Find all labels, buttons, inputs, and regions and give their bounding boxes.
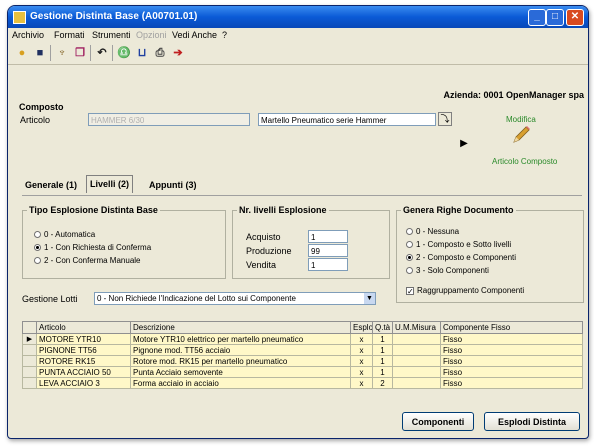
acquisto-label: Acquisto [246,232,281,242]
radio-dot [34,231,41,238]
produzione-label: Produzione [246,246,292,256]
menu-opzioni[interactable]: Opzioni [136,30,167,40]
copy-icon[interactable]: ❐ [72,45,88,61]
radio-dot-selected [34,244,41,251]
table-row[interactable]: ▶ MOTORE YTR10 Motore YTR10 elettrico pe… [22,333,583,345]
close-button[interactable]: ✕ [566,9,584,26]
radio-dot [406,241,413,248]
header-qta[interactable]: Q.tà [372,321,393,334]
table-header-row: Articolo Descrizione Esplo Q.tà U.M.Misu… [22,321,583,334]
components-table: Articolo Descrizione Esplo Q.tà U.M.Misu… [22,321,583,389]
table-row[interactable]: ROTORE RK15 Rotore mod. RK15 per martell… [22,355,583,367]
tipo-esplosione-group: Tipo Esplosione Distinta Base [22,205,226,279]
row-selector-icon: ▶ [22,333,37,345]
binoculars-icon[interactable]: ♎ [116,45,132,61]
tipo-esplosione-title: Tipo Esplosione Distinta Base [29,205,158,215]
radio-dot [406,267,413,274]
tab-divider [22,195,582,196]
composto-group-label: Composto [19,102,64,112]
radio-tipo-1[interactable]: 1 - Con Richiesta di Conferma [34,243,151,252]
radio-dot-selected [406,254,413,261]
vendita-label: Vendita [246,260,277,270]
acquisto-field[interactable]: 1 [308,230,348,243]
exit-icon[interactable]: ➔ [170,45,186,61]
tab-livelli[interactable]: Livelli (2) [86,175,134,193]
menu-bar: Archivio Formati Strumenti Opzioni Vedi … [8,28,588,42]
radio-righe-0[interactable]: 0 - Nessuna [406,227,459,236]
modifica-label: Modifica [506,115,536,124]
righe-documento-title: Genera Righe Documento [403,205,514,215]
menu-strumenti[interactable]: Strumenti [92,30,131,40]
undo-icon[interactable]: ↶ [94,45,110,61]
gestione-lotti-label: Gestione Lotti [22,294,78,304]
app-icon [13,11,26,24]
menu-archivio[interactable]: Archivio [12,30,44,40]
header-indicator [22,321,37,334]
articolo-label: Articolo [20,115,51,125]
radio-righe-1[interactable]: 1 - Composto e Sotto livelli [406,240,511,249]
livelli-title: Nr. livelli Esplosione [239,205,327,215]
open-icon[interactable]: ● [14,45,30,61]
articolo-code-field[interactable]: HAMMER 6/30 [88,113,250,126]
header-esplo[interactable]: Esplo [350,321,373,334]
radio-dot [406,228,413,235]
componenti-button[interactable]: Componenti [402,412,474,431]
raggruppamento-checkbox[interactable]: ✓ Raggruppamento Componenti [406,286,524,296]
tab-appunti[interactable]: Appunti (3) [146,177,200,194]
header-articolo[interactable]: Articolo [36,321,131,334]
lookup-button[interactable]: ⤵ [438,112,452,126]
title-bar: Gestione Distinta Base (A00701.01) _ □ ✕ [8,6,588,28]
radio-tipo-0[interactable]: 0 - Automatica [34,230,95,239]
save-icon[interactable]: ■ [32,45,48,61]
radio-dot [34,257,41,264]
table-row[interactable]: PUNTA ACCIAIO 50 Punta Acciaio semovente… [22,366,583,378]
toolbar: ● ■ ♆ ❐ ↶ ♎ ⊔ ⎙ ➔ [8,42,588,65]
table-row[interactable]: LEVA ACCIAIO 3 Forma acciaio in acciaio … [22,377,583,389]
print-icon[interactable]: ⎙ [152,45,168,61]
menu-formati[interactable]: Formati [54,30,85,40]
produzione-field[interactable]: 99 [308,244,348,257]
header-descrizione[interactable]: Descrizione [130,321,351,334]
menu-vedi-anche[interactable]: Vedi Anche [172,30,217,40]
checkbox-checked-icon: ✓ [406,287,414,296]
chevron-down-icon[interactable]: ▼ [364,293,375,304]
pencil-icon[interactable] [510,124,532,146]
tab-generale[interactable]: Generale (1) [22,177,80,194]
radio-righe-2[interactable]: 2 - Composto e Componenti [406,253,516,262]
vendita-field[interactable]: 1 [308,258,348,271]
menu-help[interactable]: ? [222,30,227,40]
header-componente-fisso[interactable]: Componente Fisso [440,321,583,334]
maximize-button[interactable]: □ [546,9,564,26]
radio-tipo-2[interactable]: 2 - Con Conferma Manuale [34,256,141,265]
articolo-description-field[interactable]: Martello Pneumatico serie Hammer [258,113,436,126]
esplodi-distinta-button[interactable]: Esplodi Distinta [484,412,580,431]
window-title: Gestione Distinta Base (A00701.01) [30,11,198,22]
next-arrow-icon[interactable]: ▶ [457,137,471,151]
table-row[interactable]: PIGNONE TT56 Pignone mod. TT56 acciaio x… [22,344,583,356]
main-window: Gestione Distinta Base (A00701.01) _ □ ✕… [7,5,589,439]
gestione-lotti-select[interactable]: 0 - Non Richiede l'Indicazione del Lotto… [94,292,376,305]
minimize-button[interactable]: _ [528,9,546,26]
bracket-icon[interactable]: ⊔ [134,45,150,61]
broom-icon[interactable]: ♆ [54,45,70,61]
header-um[interactable]: U.M.Misura [392,321,441,334]
radio-righe-3[interactable]: 3 - Solo Componenti [406,266,489,275]
company-label: Azienda: 0001 OpenManager spa [443,90,584,100]
articolo-composto-label: Articolo Composto [492,157,558,166]
